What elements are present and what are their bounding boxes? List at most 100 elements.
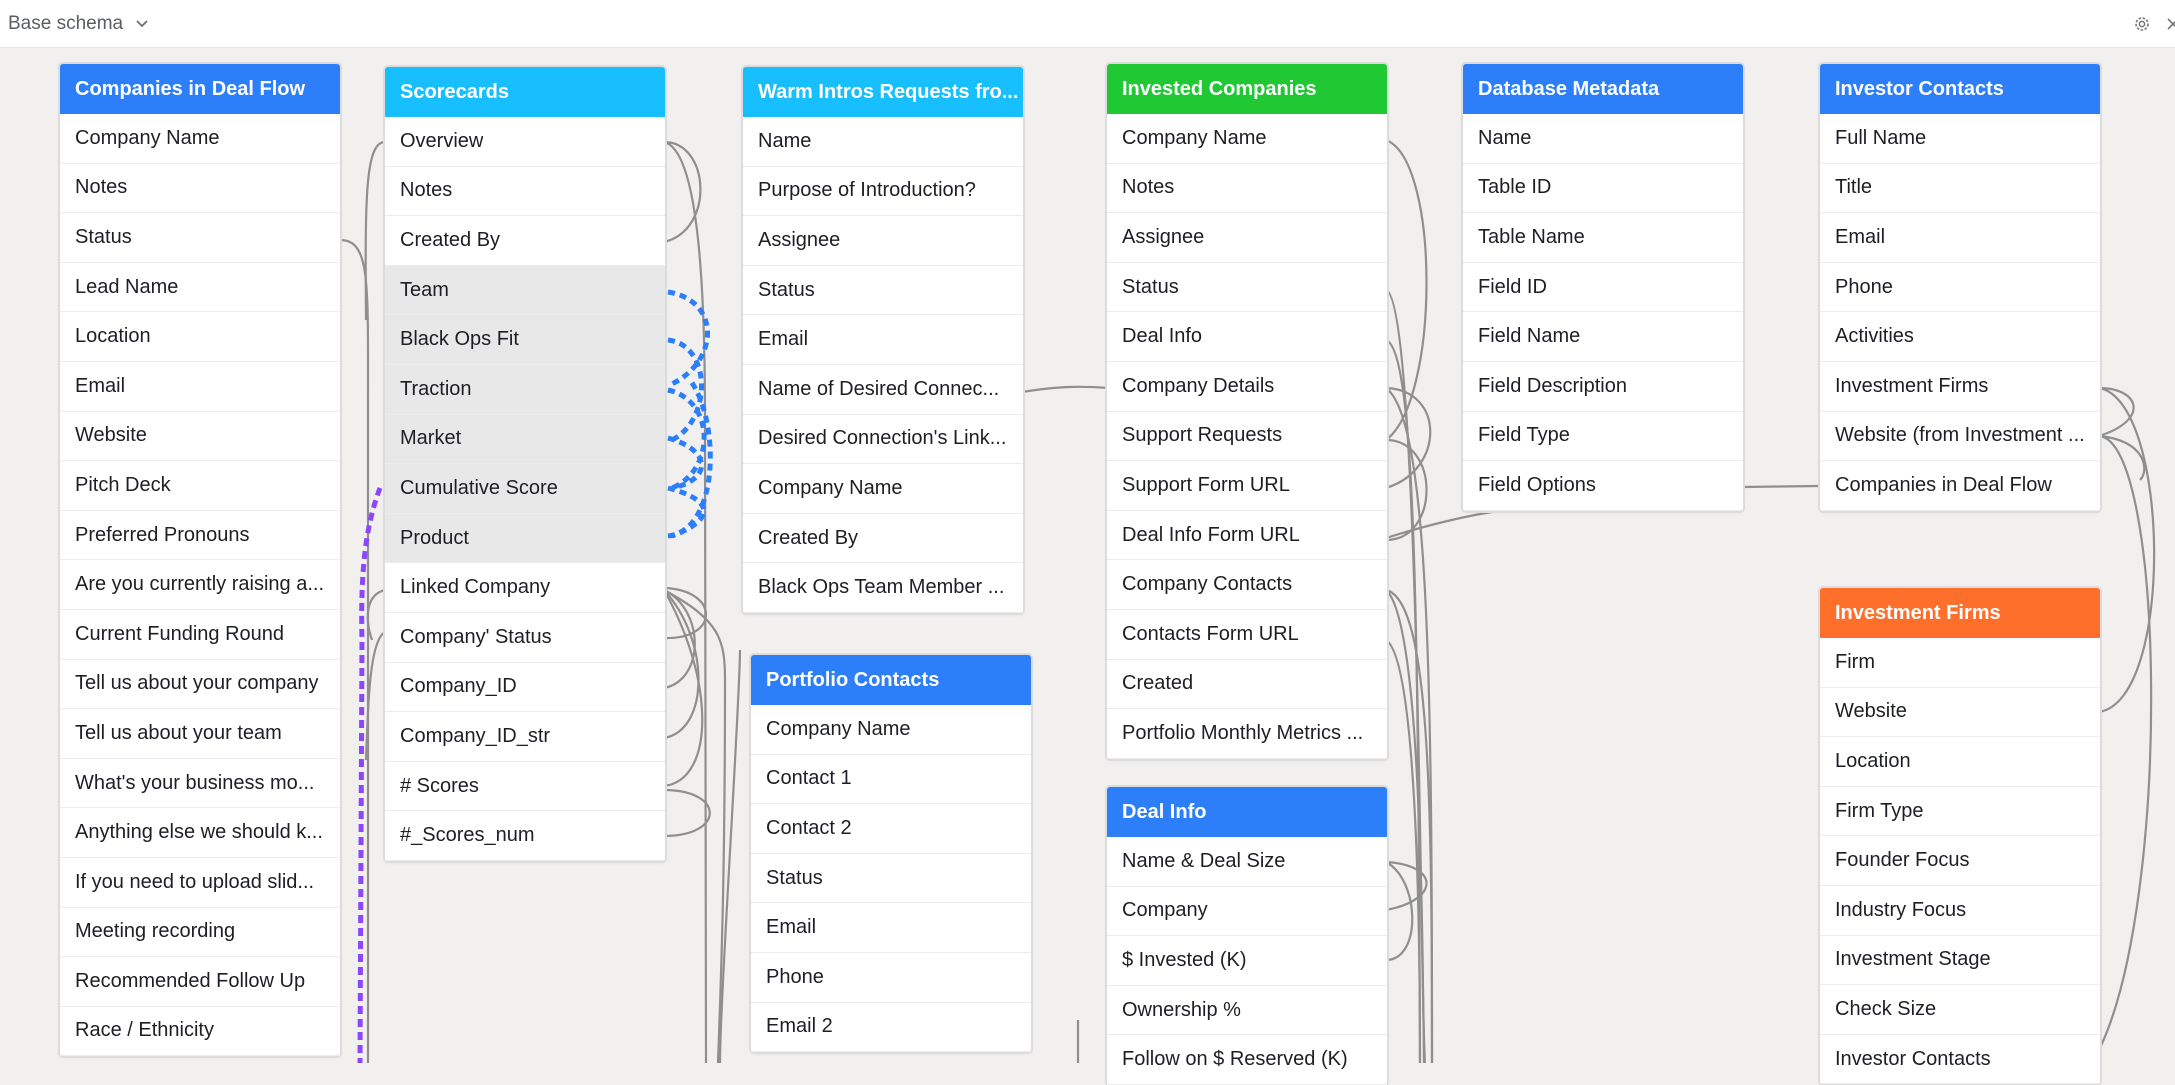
field-row[interactable]: Company_ID_str — [385, 712, 665, 762]
field-row[interactable]: Current Funding Round — [60, 610, 340, 660]
table-header[interactable]: Database Metadata — [1463, 64, 1743, 114]
table-card-scorecards[interactable]: Scorecards Overview Notes Created By Team Bla… — [385, 67, 665, 861]
field-row[interactable]: Field Options — [1463, 461, 1743, 511]
field-row[interactable]: Contacts Form URL — [1107, 610, 1387, 660]
field-row[interactable]: Company_ID — [385, 663, 665, 713]
field-row[interactable]: Team — [385, 265, 665, 316]
field-row[interactable]: Company — [1107, 887, 1387, 937]
field-row[interactable]: Check Size — [1820, 985, 2100, 1035]
field-row[interactable]: Pitch Deck — [60, 461, 340, 511]
field-row[interactable]: Support Form URL — [1107, 461, 1387, 511]
field-row[interactable]: Follow on $ Reserved (K) — [1107, 1035, 1387, 1085]
field-row[interactable]: Meeting recording — [60, 908, 340, 958]
field-row[interactable]: Email — [1820, 213, 2100, 263]
table-header[interactable]: Companies in Deal Flow — [60, 64, 340, 114]
field-row[interactable]: Company Details — [1107, 362, 1387, 412]
field-row[interactable]: Notes — [1107, 164, 1387, 214]
field-row[interactable]: Market — [385, 414, 665, 465]
field-row[interactable]: Deal Info Form URL — [1107, 511, 1387, 561]
field-row[interactable]: Investment Firms — [1820, 362, 2100, 412]
field-row[interactable]: Black Ops Team Member ... — [743, 563, 1023, 613]
field-row[interactable]: Firm Type — [1820, 787, 2100, 837]
field-row[interactable]: $ Invested (K) — [1107, 936, 1387, 986]
field-row[interactable]: Product — [385, 513, 665, 564]
field-row[interactable]: Traction — [385, 364, 665, 415]
field-row[interactable]: Company Name — [1107, 114, 1387, 164]
table-card-warm-intros-requests-fro[interactable]: Warm Intros Requests fro... Name Purpose o… — [743, 67, 1023, 613]
field-row[interactable]: Industry Focus — [1820, 886, 2100, 936]
field-row[interactable]: Tell us about your team — [60, 709, 340, 759]
field-row[interactable]: If you need to upload slid... — [60, 858, 340, 908]
field-row[interactable]: Investor Contacts — [1820, 1035, 2100, 1085]
field-row[interactable]: # Scores — [385, 762, 665, 812]
field-row[interactable]: Preferred Pronouns — [60, 511, 340, 561]
table-card-invested-companies[interactable]: Invested Companies Company Name Notes Assig… — [1107, 64, 1387, 759]
field-row[interactable]: Created By — [743, 514, 1023, 564]
field-row[interactable]: Portfolio Monthly Metrics ... — [1107, 709, 1387, 759]
table-header[interactable]: Invested Companies — [1107, 64, 1387, 114]
field-row[interactable]: Cumulative Score — [385, 464, 665, 514]
table-card-investor-contacts[interactable]: Investor Contacts Full Name Title Email Phon… — [1820, 64, 2100, 511]
field-row[interactable]: Companies in Deal Flow — [1820, 461, 2100, 511]
field-row[interactable]: Created By — [385, 216, 665, 266]
table-header[interactable]: Investment Firms — [1820, 588, 2100, 638]
field-row[interactable]: Company' Status — [385, 613, 665, 663]
table-card-deal-info[interactable]: Deal Info Name & Deal Size Company $ Invest… — [1107, 787, 1387, 1085]
field-row[interactable]: What's your business mo... — [60, 759, 340, 809]
field-row[interactable]: Investment Stage — [1820, 936, 2100, 986]
field-row[interactable]: Name of Desired Connec... — [743, 365, 1023, 415]
field-row[interactable]: Name & Deal Size — [1107, 837, 1387, 887]
field-row[interactable]: Overview — [385, 117, 665, 167]
field-row[interactable]: Email 2 — [751, 1003, 1031, 1053]
field-row[interactable]: Linked Company — [385, 563, 665, 613]
field-row[interactable]: Activities — [1820, 312, 2100, 362]
table-header[interactable]: Portfolio Contacts — [751, 655, 1031, 705]
table-card-investment-firms[interactable]: Investment Firms Firm Website Location Firm … — [1820, 588, 2100, 1085]
field-row[interactable]: Are you currently raising a... — [60, 560, 340, 610]
field-row[interactable]: Field Description — [1463, 362, 1743, 412]
table-card-companies-in-deal-flow[interactable]: Companies in Deal Flow Company Name Notes S… — [60, 64, 340, 1057]
close-icon[interactable] — [2165, 14, 2175, 34]
table-card-portfolio-contacts[interactable]: Portfolio Contacts Company Name Contact 1 C… — [751, 655, 1031, 1053]
field-row[interactable]: Race / Ethnicity — [60, 1007, 340, 1057]
field-row[interactable]: Assignee — [743, 216, 1023, 266]
field-row[interactable]: Ownership % — [1107, 986, 1387, 1036]
field-row[interactable]: Status — [743, 266, 1023, 316]
field-row[interactable]: Company Name — [60, 114, 340, 164]
field-row[interactable]: Contact 1 — [751, 755, 1031, 805]
field-row[interactable]: Status — [1107, 263, 1387, 313]
field-row[interactable]: Website (from Investment ... — [1820, 412, 2100, 462]
table-header[interactable]: Warm Intros Requests fro... — [743, 67, 1023, 117]
field-row[interactable]: Support Requests — [1107, 412, 1387, 462]
table-header[interactable]: Scorecards — [385, 67, 665, 117]
field-row[interactable]: Field Name — [1463, 312, 1743, 362]
field-row[interactable]: Purpose of Introduction? — [743, 167, 1023, 217]
table-header[interactable]: Deal Info — [1107, 787, 1387, 837]
field-row[interactable]: Company Contacts — [1107, 560, 1387, 610]
table-card-database-metadata[interactable]: Database Metadata Name Table ID Table Name F… — [1463, 64, 1743, 511]
field-row[interactable]: Firm — [1820, 638, 2100, 688]
field-row[interactable]: Location — [1820, 737, 2100, 787]
field-row[interactable]: Deal Info — [1107, 312, 1387, 362]
field-row[interactable]: Status — [60, 213, 340, 263]
field-row[interactable]: Name — [1463, 114, 1743, 164]
field-row[interactable]: Lead Name — [60, 263, 340, 313]
field-row[interactable]: Table Name — [1463, 213, 1743, 263]
field-row[interactable]: Website — [60, 412, 340, 462]
field-row[interactable]: Name — [743, 117, 1023, 167]
field-row[interactable]: Founder Focus — [1820, 836, 2100, 886]
field-row[interactable]: Website — [1820, 688, 2100, 738]
field-row[interactable]: Anything else we should k... — [60, 808, 340, 858]
field-row[interactable]: Company Name — [743, 464, 1023, 514]
field-row[interactable]: Company Name — [751, 705, 1031, 755]
field-row[interactable]: Black Ops Fit — [385, 315, 665, 365]
field-row[interactable]: Email — [743, 315, 1023, 365]
field-row[interactable]: Email — [60, 362, 340, 412]
field-row[interactable]: Email — [751, 903, 1031, 953]
field-row[interactable]: Tell us about your company — [60, 660, 340, 710]
gear-icon[interactable] — [2132, 14, 2152, 34]
field-row[interactable]: Status — [751, 854, 1031, 904]
field-row[interactable]: Created — [1107, 660, 1387, 710]
field-row[interactable]: Recommended Follow Up — [60, 957, 340, 1007]
field-row[interactable]: Field ID — [1463, 263, 1743, 313]
